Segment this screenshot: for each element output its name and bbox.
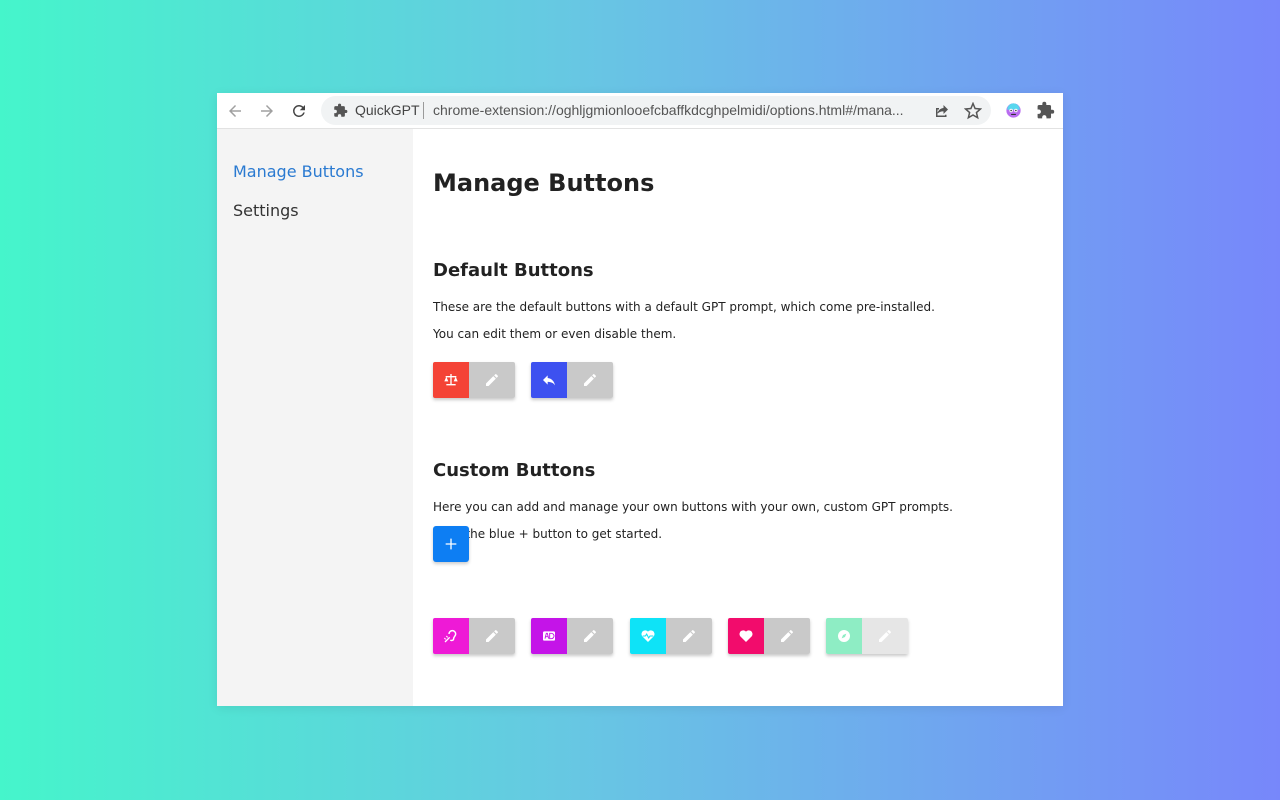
pencil-icon [584, 374, 596, 386]
default-buttons-description-2: You can edit them or even disable them. [433, 327, 677, 341]
url-text[interactable]: chrome-extension://oghljgmionlooefcbaffk… [433, 102, 923, 118]
prompt-button[interactable] [433, 618, 469, 654]
options-sidebar: Manage Buttons Settings [217, 129, 413, 706]
edit-button[interactable] [862, 618, 908, 654]
edit-button[interactable] [469, 362, 515, 398]
default-button-balance [433, 362, 515, 398]
custom-button-ad [531, 618, 613, 654]
url-separator [423, 102, 424, 119]
sidebar-item-manage-buttons[interactable]: Manage Buttons [233, 162, 364, 181]
extensions-puzzle-icon[interactable] [1036, 101, 1055, 120]
page-title: Manage Buttons [433, 169, 655, 197]
edit-button[interactable] [764, 618, 810, 654]
sidebar-item-settings[interactable]: Settings [233, 201, 299, 220]
browser-toolbar: QuickGPT chrome-extension://oghljgmionlo… [217, 93, 1063, 129]
reply-icon [543, 375, 555, 386]
pencil-icon [584, 630, 596, 642]
site-name: QuickGPT [355, 102, 420, 118]
default-buttons-heading: Default Buttons [433, 260, 594, 281]
address-bar[interactable]: QuickGPT chrome-extension://oghljgmionlo… [321, 96, 991, 125]
add-button[interactable] [433, 526, 469, 562]
quickgpt-extension-icon[interactable] [1004, 101, 1023, 120]
heart-icon [739, 630, 753, 642]
custom-button-compass-disabled [826, 618, 908, 654]
forward-button[interactable] [254, 98, 280, 124]
custom-button-heart-pulse [630, 618, 712, 654]
edit-button[interactable] [469, 618, 515, 654]
reload-icon [292, 104, 305, 117]
prompt-button[interactable] [728, 618, 764, 654]
prompt-button[interactable] [630, 618, 666, 654]
prompt-button[interactable] [531, 618, 567, 654]
prompt-button[interactable] [826, 618, 862, 654]
compass-icon [838, 630, 850, 642]
arrow-left-icon [229, 105, 241, 117]
balance-scale-icon [444, 374, 458, 386]
bookmark-star-icon[interactable] [964, 102, 982, 120]
share-icon[interactable] [933, 102, 951, 120]
pencil-icon [486, 374, 498, 386]
custom-button-ear [433, 618, 515, 654]
plus-icon [445, 538, 457, 550]
pencil-icon [683, 630, 695, 642]
edit-button[interactable] [666, 618, 712, 654]
prompt-button[interactable] [531, 362, 567, 398]
arrow-right-icon [261, 105, 273, 117]
main-content: Manage Buttons Default Buttons These are… [413, 129, 1063, 706]
custom-buttons-description-1: Here you can add and manage your own but… [433, 500, 953, 514]
custom-buttons-heading: Custom Buttons [433, 460, 596, 481]
pencil-icon [879, 630, 891, 642]
reload-button[interactable] [286, 98, 312, 124]
default-button-reply [531, 362, 613, 398]
default-buttons-description-1: These are the default buttons with a def… [433, 300, 935, 314]
heart-pulse-icon [641, 630, 655, 642]
prompt-button[interactable] [433, 362, 469, 398]
pencil-icon [781, 630, 793, 642]
edit-button[interactable] [567, 362, 613, 398]
custom-button-heart [728, 618, 810, 654]
pencil-icon [486, 630, 498, 642]
ad-icon [543, 631, 555, 641]
browser-window: QuickGPT chrome-extension://oghljgmionlo… [217, 93, 1063, 706]
back-button[interactable] [222, 98, 248, 124]
edit-button[interactable] [567, 618, 613, 654]
puzzle-icon [334, 103, 348, 117]
ear-deaf-icon [443, 630, 457, 643]
